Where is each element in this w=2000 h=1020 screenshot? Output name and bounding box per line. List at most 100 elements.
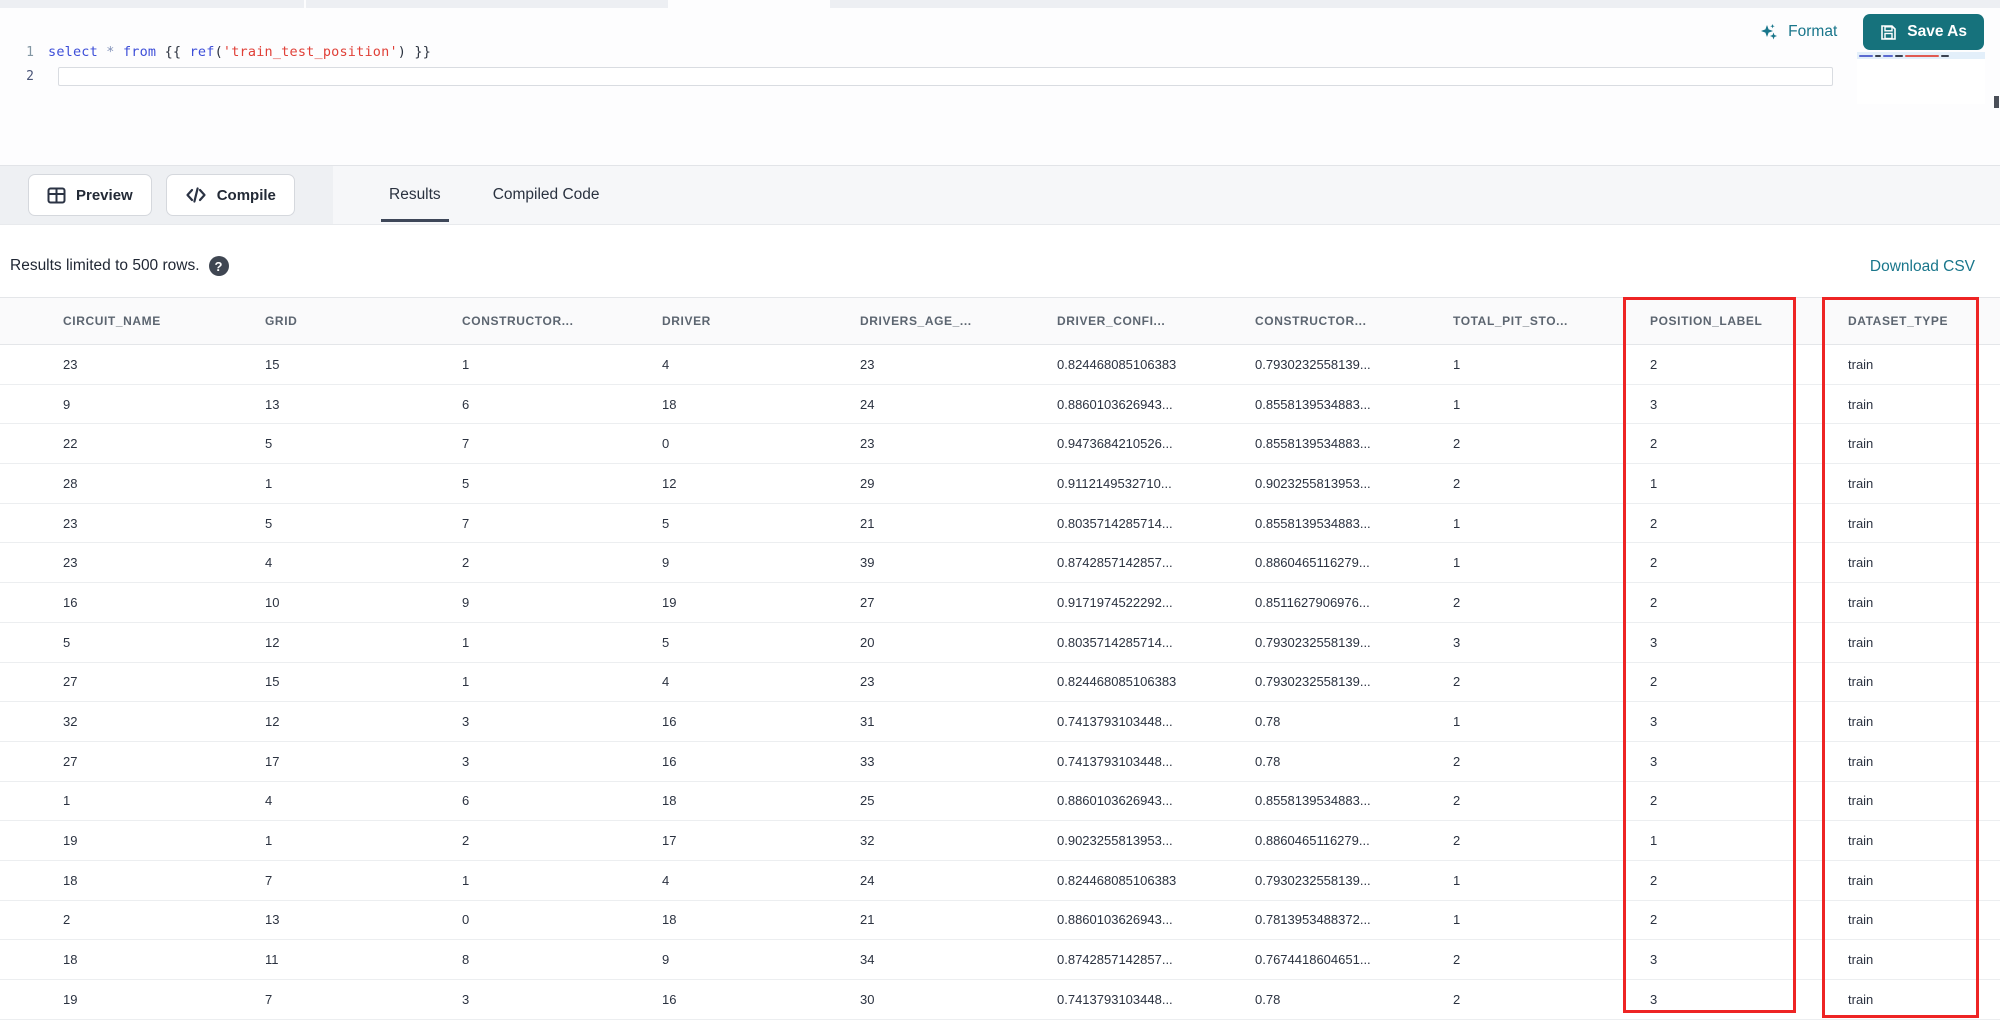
- table-row[interactable]: 2 13 0 18 21 0.8860103626943... 0.781395348837…: [0, 900, 2000, 941]
- preview-button[interactable]: Preview: [28, 174, 152, 216]
- download-csv-link[interactable]: Download CSV: [1870, 258, 1975, 276]
- table-row[interactable]: 1 4 6 18 25 0.8860103626943... 0.8558139534883…: [0, 781, 2000, 822]
- table-row[interactable]: 9 13 6 18 24 0.8860103626943... 0.855813953488…: [0, 384, 2000, 425]
- table-cell: 1: [462, 634, 470, 650]
- table-cell: 20: [860, 634, 875, 650]
- table-cell: 7: [265, 872, 273, 888]
- table-row[interactable]: 19 7 3 16 30 0.7413793103448... 0.78 2 3 train: [0, 980, 2000, 1020]
- table-cell: 11: [265, 952, 279, 968]
- table-cell: 34: [860, 952, 875, 968]
- table-row[interactable]: 18 7 1 4 24 0.824468085106383 0.7930232558139.…: [0, 860, 2000, 901]
- table-cell: 18: [662, 793, 677, 809]
- table-cell: 2: [1650, 912, 1658, 928]
- table-row[interactable]: 18 11 8 9 34 0.8742857142857... 0.767441860465…: [0, 940, 2000, 980]
- code-area[interactable]: 1 select * from {{ ref('train_test_posit…: [0, 40, 1850, 88]
- results-info-band: Results limited to 500 rows. ? Download …: [0, 226, 2000, 297]
- table-cell: 17: [265, 753, 280, 769]
- compile-button[interactable]: Compile: [165, 174, 295, 216]
- table-row[interactable]: 19 1 2 17 32 0.9023255813953... 0.886046511627…: [0, 821, 2000, 861]
- table-cell: 18: [662, 912, 677, 928]
- table-cell: 0.8860103626943...: [1057, 793, 1173, 809]
- table-cell: 5: [662, 515, 670, 531]
- column-header[interactable]: DATASET_TYPE: [1835, 314, 2000, 328]
- column-header[interactable]: DRIVERS_AGE_...: [847, 314, 1044, 328]
- table-cell: 8: [462, 952, 470, 968]
- table-row[interactable]: 23 15 1 4 23 0.824468085106383 0.7930232558139…: [0, 345, 2000, 385]
- action-buttons: Preview Compile: [0, 166, 332, 224]
- table-cell: 19: [63, 991, 78, 1007]
- table-cell: 16: [662, 714, 677, 730]
- table-cell: 19: [63, 833, 78, 849]
- table-cell: 2: [1650, 356, 1658, 372]
- code-token: 'train_test_position': [222, 44, 398, 60]
- table-row[interactable]: 5 12 1 5 20 0.8035714285714... 0.7930232558139…: [0, 622, 2000, 663]
- table-row[interactable]: 22 5 7 0 23 0.9473684210526... 0.8558139534883…: [0, 424, 2000, 465]
- table-body: 23 15 1 4 23 0.824468085106383 0.7930232558139…: [0, 345, 2000, 1020]
- tab-results[interactable]: Results: [363, 166, 467, 224]
- table-cell: 23: [63, 555, 78, 571]
- table-row[interactable]: 23 5 7 5 21 0.8035714285714... 0.8558139534883…: [0, 503, 2000, 544]
- column-header[interactable]: POSITION_LABEL: [1637, 314, 1835, 328]
- code-editor[interactable]: Format Save As 1 select * from {{ ref('t…: [0, 8, 2000, 165]
- code-token: from: [122, 44, 157, 60]
- table-cell: 15: [265, 356, 280, 372]
- tab-strip-active-segment: [668, 0, 830, 8]
- table-row[interactable]: 27 15 1 4 23 0.824468085106383 0.7930232558139…: [0, 662, 2000, 703]
- table-row[interactable]: 32 12 3 16 31 0.7413793103448... 0.78 1 3 train: [0, 702, 2000, 742]
- column-header[interactable]: CONSTRUCTOR...: [449, 314, 649, 328]
- column-header[interactable]: DRIVER_CONFI...: [1044, 314, 1242, 328]
- table-cell: 3: [1650, 753, 1658, 769]
- column-header[interactable]: CIRCUIT_NAME: [50, 314, 252, 328]
- table-cell: 1: [462, 356, 470, 372]
- table-cell: 25: [860, 793, 875, 809]
- column-header[interactable]: TOTAL_PIT_STO...: [1440, 314, 1637, 328]
- code-line-1[interactable]: 1 select * from {{ ref('train_test_posit…: [0, 40, 1850, 64]
- code-line-2[interactable]: 2: [0, 64, 1850, 88]
- table-cell: train: [1848, 714, 1874, 730]
- editor-scrollbar-mark[interactable]: [1994, 96, 1999, 108]
- table-row[interactable]: 28 1 5 12 29 0.9112149532710... 0.902325581395…: [0, 464, 2000, 504]
- table-cell: 39: [860, 555, 875, 571]
- column-header[interactable]: CONSTRUCTOR...: [1242, 314, 1440, 328]
- table-cell: 0.8558139534883...: [1255, 396, 1371, 412]
- table-cell: 2: [1650, 515, 1658, 531]
- table-cell: 0.7413793103448...: [1057, 753, 1173, 769]
- sql-editor-page: Format Save As 1 select * from {{ ref('t…: [0, 0, 2000, 1020]
- column-header[interactable]: GRID: [252, 314, 449, 328]
- table-cell: 0.7930232558139...: [1255, 634, 1371, 650]
- table-cell: 3: [462, 991, 470, 1007]
- table-cell: 0.9023255813953...: [1057, 833, 1173, 849]
- table-cell: 12: [265, 634, 280, 650]
- tab-compiled-code[interactable]: Compiled Code: [467, 166, 626, 224]
- table-cell: 1: [462, 872, 470, 888]
- table-cell: 3: [1650, 714, 1658, 730]
- save-as-button[interactable]: Save As: [1863, 14, 1984, 50]
- table-cell: train: [1848, 634, 1874, 650]
- table-row[interactable]: 16 10 9 19 27 0.9171974522292... 0.85116279069…: [0, 583, 2000, 623]
- help-icon[interactable]: ?: [208, 256, 229, 276]
- table-row[interactable]: 23 4 2 9 39 0.8742857142857... 0.8860465116279…: [0, 543, 2000, 584]
- table-cell: train: [1848, 475, 1874, 491]
- code-line-1-text: select * from {{ ref('train_test_positio…: [48, 44, 431, 60]
- table-cell: train: [1848, 356, 1874, 372]
- table-cell: 27: [63, 674, 78, 690]
- table-cell: 3: [462, 753, 470, 769]
- table-cell: 0.78: [1255, 991, 1281, 1007]
- table-cell: train: [1848, 396, 1874, 412]
- table-cell: 5: [265, 515, 273, 531]
- active-line-highlight[interactable]: [58, 66, 1833, 86]
- table-cell: 0.7930232558139...: [1255, 356, 1371, 372]
- minimap-line: [1857, 52, 1985, 59]
- table-row[interactable]: 27 17 3 16 33 0.7413793103448... 0.78 2 3 train: [0, 741, 2000, 782]
- tab-results-label: Results: [389, 186, 441, 203]
- column-header[interactable]: DRIVER: [649, 314, 847, 328]
- table-cell: 18: [63, 952, 78, 968]
- table-cell: 16: [63, 594, 78, 610]
- table-cell: 2: [1650, 436, 1658, 452]
- editor-minimap[interactable]: [1857, 52, 1985, 104]
- table-cell: 0.8558139534883...: [1255, 436, 1371, 452]
- format-button[interactable]: Format: [1759, 22, 1837, 42]
- table-cell: 3: [1650, 396, 1658, 412]
- table-cell: 2: [1650, 555, 1658, 571]
- table-cell: 4: [265, 555, 273, 571]
